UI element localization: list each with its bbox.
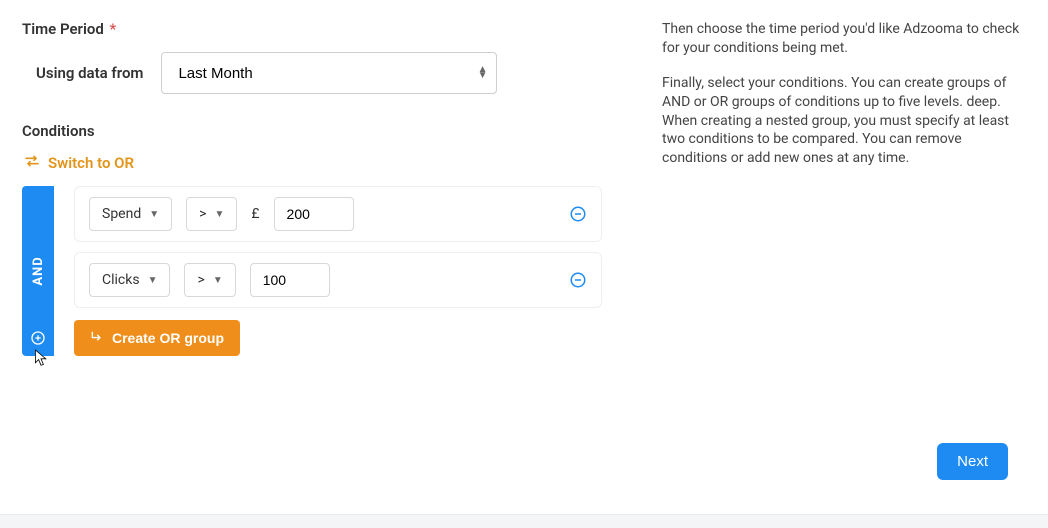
help-paragraph: Then choose the time period you'd like A… bbox=[662, 20, 1020, 58]
remove-condition-button[interactable] bbox=[569, 205, 587, 223]
condition-row: Spend ▼ > ▼ £ bbox=[74, 186, 602, 242]
currency-symbol: £ bbox=[251, 206, 259, 222]
condition-row: Clicks ▼ > ▼ bbox=[74, 252, 602, 308]
page-bottom-edge bbox=[0, 514, 1048, 528]
add-condition-button[interactable] bbox=[30, 330, 46, 346]
chevron-down-icon: ▼ bbox=[214, 209, 224, 220]
chevron-down-icon: ▼ bbox=[149, 209, 159, 220]
time-period-select[interactable] bbox=[161, 52, 497, 94]
switch-to-or-text: Switch to OR bbox=[48, 154, 134, 172]
metric-value: Clicks bbox=[102, 272, 140, 288]
conditions-header: Conditions bbox=[22, 122, 602, 140]
operator-select[interactable]: > ▼ bbox=[186, 197, 237, 231]
group-operator-label: AND bbox=[31, 256, 46, 285]
sub-arrow-icon bbox=[90, 330, 104, 347]
create-or-group-button[interactable]: Create OR group bbox=[74, 320, 240, 356]
remove-condition-button[interactable] bbox=[569, 271, 587, 289]
conditions-section: Conditions Switch to OR AND bbox=[22, 122, 602, 356]
group-operator-bar: AND bbox=[22, 186, 54, 356]
metric-select[interactable]: Spend ▼ bbox=[89, 197, 172, 231]
create-or-group-text: Create OR group bbox=[112, 330, 224, 346]
chevron-down-icon: ▼ bbox=[213, 275, 223, 286]
switch-to-or-link[interactable]: Switch to OR bbox=[24, 154, 134, 172]
time-period-select-wrap[interactable]: ▲▼ bbox=[161, 52, 497, 94]
condition-group: AND Spend ▼ > bbox=[22, 186, 602, 356]
time-period-section: Time Period * Using data from ▲▼ bbox=[22, 20, 602, 94]
operator-select[interactable]: > ▼ bbox=[184, 263, 235, 297]
operator-value: > bbox=[199, 206, 206, 222]
time-period-label: Time Period * bbox=[22, 20, 602, 38]
metric-value: Spend bbox=[102, 206, 141, 222]
using-data-from-label: Using data from bbox=[36, 64, 143, 82]
value-input[interactable] bbox=[250, 263, 330, 297]
chevron-down-icon: ▼ bbox=[148, 275, 158, 286]
metric-select[interactable]: Clicks ▼ bbox=[89, 263, 170, 297]
help-paragraph: Finally, select your conditions. You can… bbox=[662, 74, 1020, 168]
time-period-label-text: Time Period bbox=[22, 20, 104, 38]
help-panel: Then choose the time period you'd like A… bbox=[662, 20, 1020, 356]
required-marker: * bbox=[110, 20, 117, 38]
value-input[interactable] bbox=[274, 197, 354, 231]
swap-icon bbox=[24, 154, 40, 172]
operator-value: > bbox=[197, 272, 204, 288]
next-button[interactable]: Next bbox=[937, 443, 1008, 480]
